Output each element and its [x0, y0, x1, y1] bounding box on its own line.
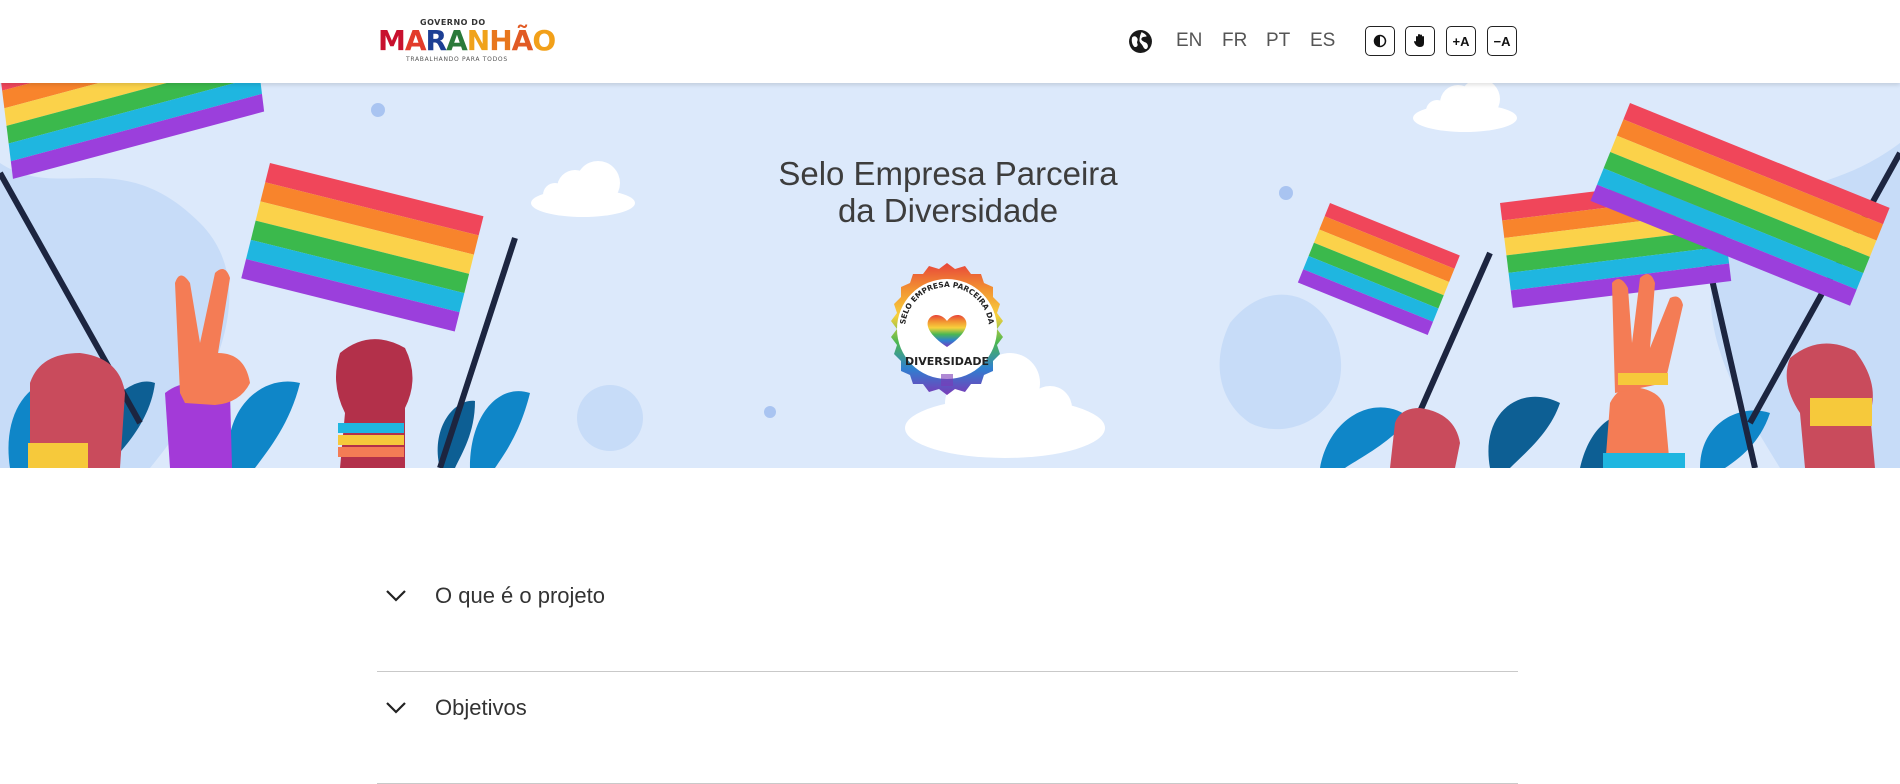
- diversity-seal-badge: SELO EMPRESA PARCEIRA DA DIVERSIDADE: [891, 263, 1003, 395]
- increase-font-button[interactable]: +A: [1446, 26, 1476, 56]
- accordion-label: O que é o projeto: [435, 583, 606, 608]
- governo-maranhao-logo[interactable]: GOVERNO DO MARANHÃO TRABALHANDO PARA TOD…: [378, 18, 556, 66]
- hero-banner: Selo Empresa Parceira da Diversidade SEL…: [0, 83, 1900, 468]
- info-accordion: O que é o projeto Objetivos: [377, 560, 1518, 784]
- hero-title: Selo Empresa Parceira da Diversidade: [700, 155, 1196, 229]
- high-contrast-button[interactable]: [1365, 26, 1395, 56]
- accordion-item-o-que-e-o-projeto[interactable]: O que é o projeto: [377, 560, 1518, 672]
- language-es[interactable]: ES: [1310, 30, 1335, 52]
- hero-title-line2: da Diversidade: [837, 192, 1059, 229]
- hero-title-line1: Selo Empresa Parceira: [778, 155, 1118, 192]
- accordion-item-objetivos[interactable]: Objetivos: [377, 672, 1518, 784]
- chevron-down-icon[interactable]: [385, 701, 407, 715]
- decrease-font-button[interactable]: −A: [1487, 26, 1517, 56]
- accordion-label: Objetivos: [435, 695, 527, 720]
- language-fr[interactable]: FR: [1222, 30, 1247, 52]
- libras-button[interactable]: [1405, 26, 1435, 56]
- hand-icon: [1414, 34, 1424, 47]
- seal-bottom-text: DIVERSIDADE: [905, 355, 989, 368]
- language-en[interactable]: EN: [1176, 30, 1202, 52]
- language-pt[interactable]: PT: [1266, 30, 1290, 52]
- site-header: GOVERNO DO MARANHÃO TRABALHANDO PARA TOD…: [0, 0, 1900, 83]
- globe-icon[interactable]: [1128, 29, 1153, 54]
- logo-slogan: TRABALHANDO PARA TODOS: [406, 56, 508, 63]
- contrast-icon: [1373, 34, 1387, 48]
- logo-main-text: MARANHÃO: [378, 24, 556, 57]
- chevron-down-icon[interactable]: [385, 589, 407, 603]
